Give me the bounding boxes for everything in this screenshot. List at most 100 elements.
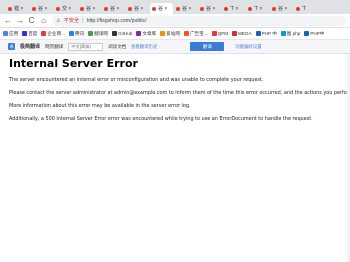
tab-label: ʻT bbox=[302, 5, 307, 12]
home-button[interactable]: ⌂ bbox=[40, 16, 47, 25]
address-bar[interactable]: ⚠ 不安全 | http://fisgshop.com/public/ bbox=[52, 15, 346, 26]
error-paragraph: More information about this error may be… bbox=[9, 103, 191, 109]
bookmark-item[interactable]: GitHub bbox=[112, 31, 132, 36]
tab-strip: 错 × 谷 × 交 × 谷 × 谷 × 谷 × 谷 × 谷 × 谷 × ʻT × ʻT × 谷 × ʻT bbox=[0, 0, 350, 14]
bookmark-item[interactable]: 文章库 bbox=[136, 31, 156, 37]
tab-label: 谷 × bbox=[134, 6, 144, 12]
tab-favicon-icon bbox=[296, 6, 300, 11]
bookmark-item[interactable]: PHP中 bbox=[304, 31, 324, 37]
bookmark-label: 腾讯 bbox=[75, 30, 85, 36]
translate-button[interactable]: 翻译 bbox=[190, 42, 225, 51]
warning-icon: ⚠ bbox=[56, 17, 61, 24]
bookmark-favicon-icon bbox=[304, 31, 310, 36]
tab-label: 谷 × bbox=[86, 6, 96, 12]
tab-label: 谷 × bbox=[38, 6, 48, 12]
bookmark-favicon-icon bbox=[136, 31, 142, 36]
page-title: Internal Server Error bbox=[9, 57, 138, 70]
bookmark-label: 应用 bbox=[9, 30, 19, 36]
url-text[interactable]: http://fisgshop.com/public/ bbox=[87, 18, 147, 24]
tab-label: 谷 × bbox=[206, 6, 216, 12]
security-label[interactable]: 不安全 bbox=[64, 17, 80, 24]
bookmark-item[interactable]: 广告宝... bbox=[183, 30, 208, 37]
bookmark-item[interactable]: 企业网... bbox=[41, 31, 65, 37]
bookmark-item[interactable]: 翻译网 bbox=[88, 31, 108, 37]
read-docs-link[interactable]: 阅读文档 bbox=[108, 44, 126, 50]
tab-label: 谷 × bbox=[158, 6, 168, 12]
tab-favicon-icon bbox=[104, 6, 108, 11]
translate-logo-icon: 译 bbox=[8, 43, 15, 50]
bookmark-item[interactable]: QPM bbox=[211, 31, 229, 36]
bookmark-label: GitHub bbox=[118, 31, 133, 36]
bookmark-favicon-icon bbox=[69, 31, 75, 36]
browser-tab[interactable]: 谷 × bbox=[150, 3, 173, 14]
tab-favicon-icon bbox=[176, 6, 180, 11]
forward-button[interactable]: → bbox=[16, 16, 24, 25]
bookmark-item[interactable]: 爱站网 bbox=[160, 31, 180, 37]
bookmark-label: PHP中 bbox=[310, 30, 325, 36]
tab-favicon-icon bbox=[272, 6, 276, 11]
error-paragraph: Please contact the server administrator … bbox=[9, 90, 350, 96]
preferences-link[interactable]: 功能偏好设置 bbox=[235, 44, 261, 50]
error-paragraph: The server encountered an internal error… bbox=[9, 77, 264, 83]
bookmark-favicon-icon bbox=[232, 31, 238, 36]
bookmark-item[interactable]: 应用 bbox=[3, 31, 18, 37]
bookmark-label: 图 php bbox=[286, 30, 301, 36]
browser-tab[interactable]: ʻT × bbox=[246, 3, 269, 14]
browser-tab[interactable]: 错 × bbox=[6, 3, 29, 14]
tab-favicon-icon bbox=[224, 6, 228, 11]
page-content: Internal Server Error The server encount… bbox=[0, 54, 350, 122]
tab-favicon-icon bbox=[152, 6, 156, 11]
tab-label: ʻT × bbox=[254, 5, 263, 12]
bookmark-item[interactable]: MEGA bbox=[232, 31, 252, 36]
target-language-select[interactable]: 中文(简体) bbox=[68, 42, 104, 51]
translate-title: 极简翻译 bbox=[20, 44, 41, 50]
tab-favicon-icon bbox=[200, 6, 204, 11]
bookmark-label: 百度 bbox=[28, 30, 38, 36]
browser-tab[interactable]: 谷 × bbox=[198, 3, 221, 14]
bookmark-favicon-icon bbox=[112, 31, 118, 36]
tab-label: 谷 × bbox=[278, 6, 288, 12]
browser-tab[interactable]: 谷 × bbox=[30, 3, 53, 14]
bookmark-label: PHP 中 bbox=[261, 30, 277, 36]
address-separator: | bbox=[82, 17, 84, 24]
bookmark-label: 企业网... bbox=[47, 30, 66, 36]
bookmark-favicon-icon bbox=[41, 31, 47, 36]
tab-favicon-icon bbox=[128, 6, 132, 11]
browser-tab[interactable]: 谷 × bbox=[270, 3, 293, 14]
tab-label: 错 × bbox=[14, 6, 24, 12]
reload-button[interactable]: C bbox=[28, 16, 35, 25]
browser-tab[interactable]: 谷 × bbox=[102, 3, 125, 14]
bookmark-label: 爱站网 bbox=[166, 30, 180, 36]
browser-tab[interactable]: 交 × bbox=[54, 3, 77, 14]
browser-tab[interactable]: 谷 × bbox=[174, 3, 197, 14]
tab-label: ʻT × bbox=[230, 5, 239, 12]
bookmark-favicon-icon bbox=[22, 31, 28, 36]
tab-favicon-icon bbox=[8, 6, 12, 11]
full-page-translate-checkbox[interactable]: 网页翻译 bbox=[45, 44, 63, 50]
browser-tab[interactable]: ʻT × bbox=[222, 3, 245, 14]
bookmark-favicon-icon bbox=[3, 31, 8, 36]
bookmark-favicon-icon bbox=[211, 31, 217, 36]
back-button[interactable]: ← bbox=[4, 16, 12, 25]
bookmark-label: QPM bbox=[217, 31, 229, 36]
tab-favicon-icon bbox=[56, 6, 60, 11]
error-paragraph: Additionally, a 500 Internal Server Erro… bbox=[9, 116, 313, 122]
bookmark-item[interactable]: 百度 bbox=[22, 31, 37, 37]
bookmark-label: MEGA bbox=[238, 31, 252, 36]
translate-history-link[interactable]: 查看翻译历史 bbox=[131, 44, 157, 50]
tab-favicon-icon bbox=[248, 6, 252, 11]
bookmark-label: 广告宝... bbox=[189, 30, 208, 36]
bookmark-item[interactable]: 腾讯 bbox=[69, 31, 84, 37]
browser-tab[interactable]: 谷 × bbox=[78, 3, 101, 14]
bookmark-item[interactable]: 图 php bbox=[280, 30, 301, 37]
tab-label: 谷 × bbox=[182, 6, 192, 12]
tab-favicon-icon bbox=[80, 6, 84, 11]
bookmark-favicon-icon bbox=[183, 31, 189, 36]
bookmark-favicon-icon bbox=[88, 31, 94, 36]
browser-tab[interactable]: ʻT bbox=[294, 3, 317, 14]
bookmark-label: 翻译网 bbox=[94, 30, 109, 36]
browser-tab[interactable]: 谷 × bbox=[126, 3, 149, 14]
bookmark-item[interactable]: PHP 中 bbox=[255, 30, 277, 37]
translate-toolbar: 译 极简翻译 网页翻译 中文(简体) 阅读文档 查看翻译历史 翻译 功能偏好设置 bbox=[0, 40, 350, 54]
tab-label: 谷 × bbox=[110, 6, 120, 12]
